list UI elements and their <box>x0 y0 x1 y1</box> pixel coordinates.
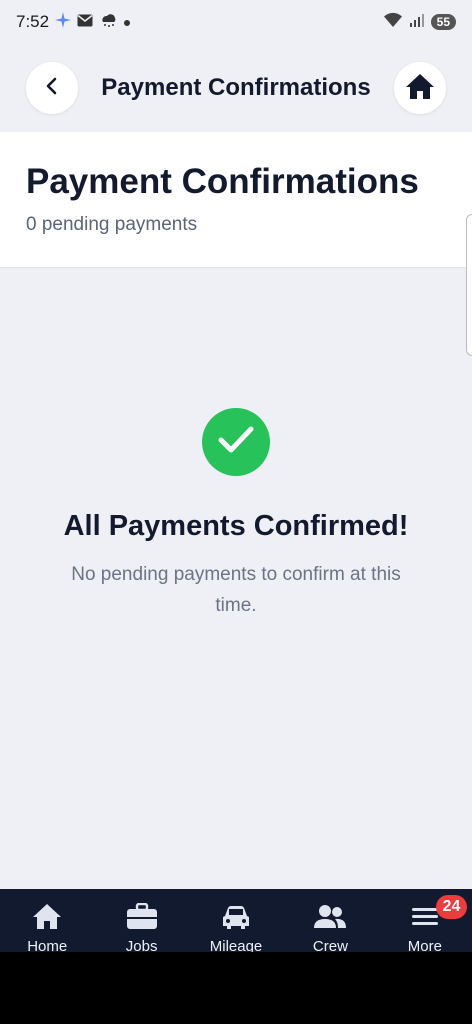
signal-icon <box>409 12 425 33</box>
home-button[interactable] <box>394 62 446 114</box>
home-icon <box>405 72 435 105</box>
back-arrow-icon <box>42 76 62 101</box>
notification-badge: 24 <box>435 895 468 919</box>
battery-indicator: 55 <box>430 14 456 30</box>
summary-card: Payment Confirmations 0 pending payments <box>0 132 472 268</box>
scroll-handle[interactable] <box>466 214 472 356</box>
briefcase-icon <box>126 902 158 935</box>
empty-state-title: All Payments Confirmed! <box>63 510 409 542</box>
app-header: Payment Confirmations <box>0 44 472 132</box>
back-button[interactable] <box>26 62 78 114</box>
dot-icon <box>123 12 131 32</box>
pending-count: 0 pending payments <box>26 214 198 235</box>
wifi-icon <box>383 12 403 33</box>
header-title: Payment Confirmations <box>101 74 371 101</box>
system-nav-area <box>0 952 472 1024</box>
nav-jobs[interactable]: Jobs <box>94 889 188 955</box>
empty-state-message: No pending payments to confirm at this t… <box>71 564 401 616</box>
nav-mileage[interactable]: Mileage <box>189 889 283 955</box>
nav-home[interactable]: Home <box>0 889 94 955</box>
weather-icon <box>99 12 117 33</box>
home-icon <box>32 903 62 935</box>
success-badge <box>202 408 270 476</box>
status-bar: 7:52 55 <box>0 0 472 44</box>
people-icon <box>313 903 347 935</box>
page-title: Payment Confirmations <box>26 162 419 201</box>
nav-more[interactable]: More 24 <box>378 889 472 955</box>
mail-icon <box>77 12 93 32</box>
bottom-nav: Home Jobs Mileage Crew More 24 <box>0 889 472 955</box>
empty-state: All Payments Confirmed! No pending payme… <box>0 408 472 621</box>
car-icon <box>221 903 251 935</box>
gemini-icon <box>55 11 72 33</box>
status-time: 7:52 <box>16 12 50 31</box>
menu-icon <box>411 903 439 935</box>
check-icon <box>217 425 255 460</box>
nav-crew[interactable]: Crew <box>283 889 377 955</box>
